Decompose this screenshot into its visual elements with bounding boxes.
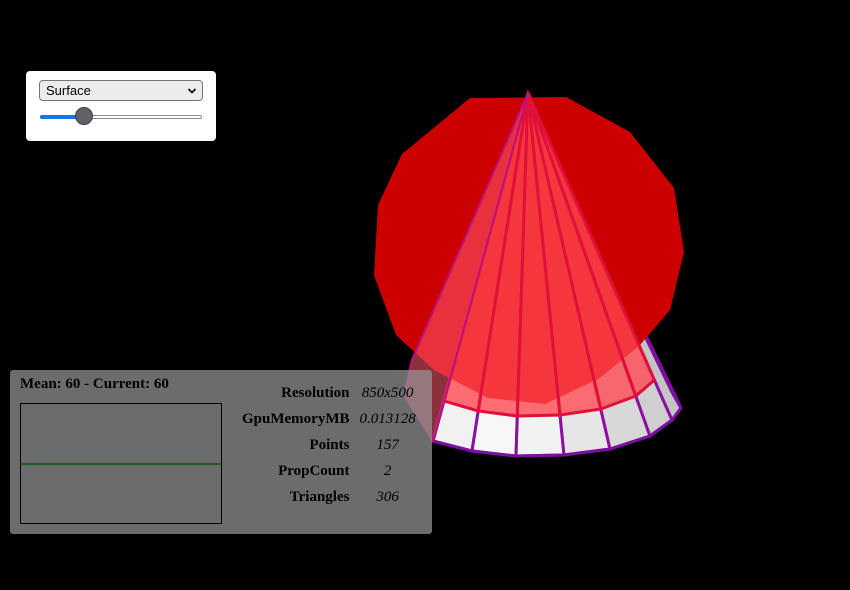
info-row: PropCount 2 xyxy=(238,458,420,484)
info-row: Resolution 850x500 xyxy=(238,380,420,406)
info-key: PropCount xyxy=(278,462,350,479)
info-value: 306 xyxy=(376,488,399,505)
controls-panel: Surface xyxy=(26,71,216,141)
representation-select[interactable]: Surface xyxy=(39,80,203,101)
info-key: Triangles xyxy=(289,488,350,505)
resolution-slider[interactable] xyxy=(40,107,202,127)
info-key: Resolution xyxy=(281,384,350,401)
slider-handle[interactable] xyxy=(74,107,93,125)
info-row: Points 157 xyxy=(238,432,420,458)
info-value: 2 xyxy=(383,462,392,479)
info-value: 0.013128 xyxy=(359,410,416,427)
render-info-table: Resolution 850x500 GpuMemoryMB 0.013128 Poin… xyxy=(238,380,420,510)
info-row: Triangles 306 xyxy=(238,484,420,510)
fps-label: Mean: 60 - Current: 60 xyxy=(20,376,169,392)
info-key: Points xyxy=(309,436,350,453)
fps-graph xyxy=(20,403,222,524)
representation-select-value: Surface xyxy=(46,83,91,98)
info-value: 850x500 xyxy=(361,384,414,401)
info-key: GpuMemoryMB xyxy=(242,410,350,427)
fps-monitor: Mean: 60 - Current: 60 Resolution 850x500… xyxy=(10,370,432,534)
chevron-down-icon xyxy=(187,88,197,94)
info-value: 157 xyxy=(376,436,399,453)
info-row: GpuMemoryMB 0.013128 xyxy=(238,406,420,432)
